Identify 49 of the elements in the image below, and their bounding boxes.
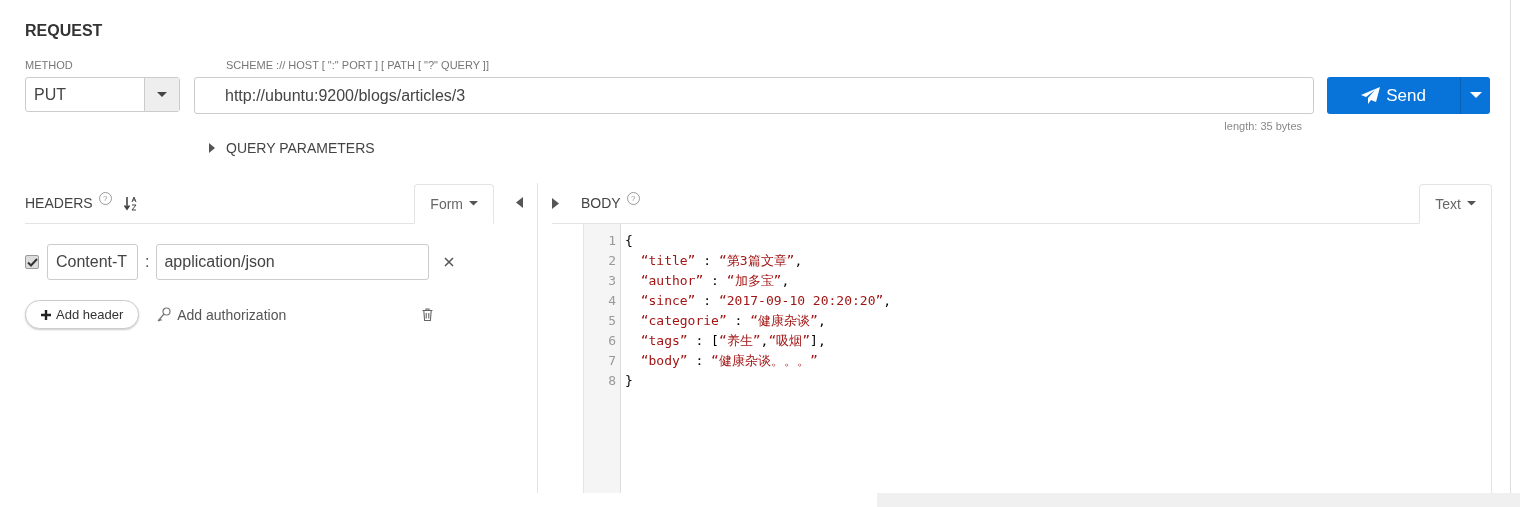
code-line: } [625,372,634,390]
line-number: 7 [607,352,617,370]
code-editor[interactable]: 1 2 3 4 5 6 7 8 { “title” : “第3篇文章”, “author” : “加多宝”, “since” : “2017-09-10 20:20:20”, “categorie” : “健康杂谈”, “tags” : [“养生”,“吸烟”], “body” : “健康杂谈。。。” } [583,224,1492,493]
line-number: 6 [607,332,617,350]
code-line: “title” : “第3篇文章”, [639,252,804,270]
key-icon [157,307,172,322]
method-label: METHOD [25,59,74,72]
add-authorization-link[interactable]: Add authorization [157,306,287,323]
send-options-button[interactable] [1460,77,1490,114]
close-icon[interactable] [444,257,455,267]
code-line: “categorie” : “健康杂谈”, [639,312,827,330]
line-number: 3 [607,272,617,290]
plus-icon [41,309,51,320]
request-title: REQUEST [25,22,104,41]
length-text: length: 35 bytes [1224,120,1302,132]
code-line: “since” : “2017-09-10 20:20:20”, [639,292,892,310]
expand-right-icon[interactable] [552,197,559,209]
code-line: “body” : “健康杂谈。。。” [639,352,819,370]
sort-icon[interactable] [123,195,138,211]
method-select[interactable]: PUT [25,77,180,112]
colon-separator: : [145,253,150,271]
caret-right-icon [208,143,216,153]
header-checkbox[interactable] [25,255,39,269]
collapse-left-icon[interactable] [516,197,523,208]
header-value-field[interactable]: application/json [156,244,430,280]
body-title: BODY [581,195,621,211]
query-parameters-toggle[interactable]: QUERY PARAMETERS [208,138,375,158]
url-field[interactable]: http://ubuntu:9200/blogs/articles/3 [194,77,1314,114]
code-line: “author” : “加多宝”, [639,272,791,290]
add-header-button[interactable]: Add header [25,300,140,329]
line-number: 5 [607,312,617,330]
caret-icon [1469,92,1482,99]
text-mode-dropdown[interactable]: Text [1419,183,1492,224]
paper-plane-icon [1361,87,1381,104]
line-number: 2 [607,252,617,270]
code-line: “tags” : [“养生”,“吸烟”], [639,332,827,350]
send-button[interactable]: Send [1327,77,1460,114]
code-line: { [625,232,634,250]
trash-icon[interactable] [422,308,434,321]
form-mode-dropdown[interactable]: Form [414,183,494,224]
headers-title: HEADERS [25,195,93,211]
line-number: 1 [607,232,617,250]
url-format-label: SCHEME :// HOST [ ":" PORT ] [ PATH [ "?" QUERY ]] [226,59,489,72]
header-name-field[interactable]: Content-T [47,244,138,280]
caret-icon [1467,201,1476,206]
caret-icon [157,91,167,98]
line-number: 8 [607,372,617,390]
line-number: 4 [607,292,617,310]
caret-icon [469,201,478,206]
